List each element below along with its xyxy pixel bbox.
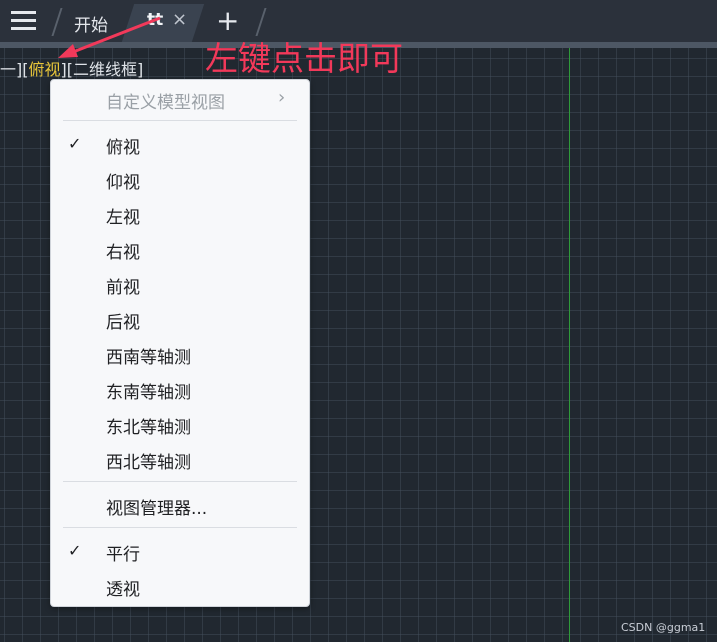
checkmark-icon: ✓ (68, 134, 82, 153)
menu-item-custom-model-views[interactable]: 自定义模型视图 › (51, 83, 309, 115)
annotation-text: 左键点击即可 (205, 39, 403, 78)
menu-item-front-view[interactable]: 前视 (51, 268, 309, 300)
menu-item-label: 西北等轴测 (106, 453, 191, 473)
menu-item-label: 东北等轴测 (106, 418, 191, 438)
menu-divider (63, 120, 297, 121)
watermark: CSDN @ggma1 (621, 621, 706, 634)
menu-item-ne-isometric[interactable]: 东北等轴测 (51, 408, 309, 440)
menu-item-label: 右视 (106, 243, 140, 263)
menu-item-label: 仰视 (106, 173, 140, 193)
menu-item-label: 左视 (106, 208, 140, 228)
menu-item-label: 平行 (106, 545, 140, 565)
menu-item-back-view[interactable]: 后视 (51, 303, 309, 335)
menu-item-se-isometric[interactable]: 东南等轴测 (51, 373, 309, 405)
menu-item-top-view[interactable]: ✓ 俯视 (51, 128, 309, 160)
menu-item-parallel[interactable]: ✓ 平行 (51, 535, 309, 567)
menu-item-label: 自定义模型视图 (106, 93, 225, 113)
chevron-right-icon: › (278, 87, 286, 108)
menu-item-nw-isometric[interactable]: 西北等轴测 (51, 443, 309, 475)
menu-item-label: 东南等轴测 (106, 383, 191, 403)
menu-item-view-manager[interactable]: 视图管理器... (51, 489, 309, 521)
menu-item-sw-isometric[interactable]: 西南等轴测 (51, 338, 309, 370)
menu-item-label: 西南等轴测 (106, 348, 191, 368)
menu-item-label: 视图管理器... (106, 499, 208, 519)
menu-item-perspective[interactable]: 透视 (51, 570, 309, 602)
menu-item-bottom-view[interactable]: 仰视 (51, 163, 309, 195)
menu-item-right-view[interactable]: 右视 (51, 233, 309, 265)
menu-item-left-view[interactable]: 左视 (51, 198, 309, 230)
view-context-menu: 自定义模型视图 › ✓ 俯视 仰视 左视 右视 前视 后视 西南等轴测 东南等轴… (50, 79, 310, 607)
menu-item-label: 后视 (106, 313, 140, 333)
menu-divider (63, 481, 297, 482)
menu-item-label: 透视 (106, 580, 140, 600)
menu-divider (63, 527, 297, 528)
checkmark-icon: ✓ (68, 541, 82, 560)
menu-item-label: 俯视 (106, 138, 140, 158)
menu-item-label: 前视 (106, 278, 140, 298)
